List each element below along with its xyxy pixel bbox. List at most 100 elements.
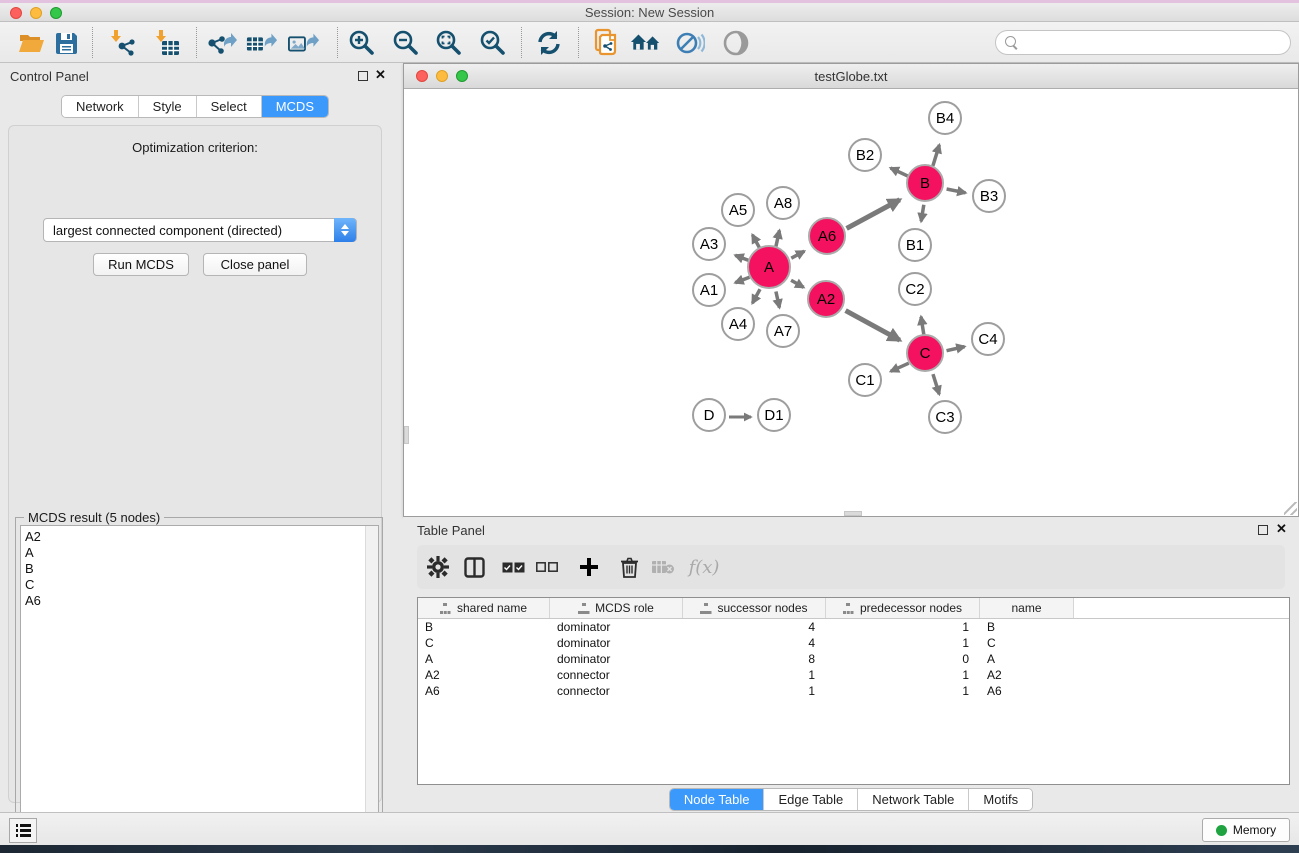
graph-node-A1[interactable]: A1 [692,273,726,307]
graph-node-C2[interactable]: C2 [898,272,932,306]
tab-style[interactable]: Style [139,96,197,117]
column-header-MCDS-role[interactable]: MCDS role [550,598,683,618]
table-cell[interactable]: connector [550,667,683,683]
table-cell[interactable]: A2 [418,667,550,683]
graph-node-C4[interactable]: C4 [971,322,1005,356]
close-table-panel-icon[interactable]: ✕ [1276,521,1287,537]
graph-node-D1[interactable]: D1 [757,398,791,432]
graph-edge-C-C1[interactable] [891,363,909,371]
graph-node-A7[interactable]: A7 [766,314,800,348]
copy-network-button[interactable] [592,27,624,59]
zoom-selected-button[interactable] [477,27,509,59]
table-cell[interactable]: 8 [683,651,826,667]
mcds-result-item[interactable]: B [25,561,378,577]
graph-node-A6[interactable]: A6 [808,217,846,255]
table-row[interactable]: Bdominator41B [418,619,1289,635]
graph-edge-C-C3[interactable] [933,374,939,394]
optimization-criterion-select[interactable]: largest connected component (directed) [43,218,357,242]
close-panel-icon[interactable]: ✕ [375,67,386,83]
table-cell[interactable]: 1 [826,619,980,635]
graph-edge-A-A7[interactable] [776,291,780,307]
select-all-rows-button[interactable] [499,553,527,581]
refresh-button[interactable] [533,27,565,59]
zoom-in-button[interactable] [346,27,378,59]
graph-node-B3[interactable]: B3 [972,179,1006,213]
delete-column-button[interactable] [615,553,643,581]
import-table-button[interactable] [151,27,183,59]
float-table-panel-icon[interactable] [1258,525,1268,535]
table-row[interactable]: Cdominator41C [418,635,1289,651]
graph-node-C[interactable]: C [906,334,944,372]
table-cell[interactable]: dominator [550,651,683,667]
table-cell[interactable]: A [418,651,550,667]
table-cell[interactable]: dominator [550,635,683,651]
column-visibility-button[interactable] [460,553,488,581]
open-file-button[interactable] [15,27,47,59]
show-details-button[interactable] [720,27,752,59]
graph-node-A5[interactable]: A5 [721,193,755,227]
table-row[interactable]: A2connector11A2 [418,667,1289,683]
graph-edge-B-B2[interactable] [891,168,909,177]
run-mcds-button[interactable]: Run MCDS [93,253,189,276]
resize-grip-icon[interactable] [1284,502,1297,515]
create-column-button[interactable] [575,553,603,581]
tab-node-table[interactable]: Node Table [670,789,765,810]
table-cell[interactable]: A2 [980,667,1074,683]
network-window-titlebar[interactable]: testGlobe.txt [404,64,1298,89]
delete-table-button[interactable] [649,553,677,581]
graph-node-A4[interactable]: A4 [721,307,755,341]
export-image-button[interactable] [288,27,320,59]
table-cell[interactable]: 4 [683,619,826,635]
graph-node-D[interactable]: D [692,398,726,432]
graph-edge-C-C4[interactable] [947,347,965,351]
table-cell[interactable]: connector [550,683,683,699]
table-cell[interactable]: B [980,619,1074,635]
mcds-result-item[interactable]: A [25,545,378,561]
graph-edge-B-B3[interactable] [947,189,966,193]
table-cell[interactable]: C [980,635,1074,651]
table-cell[interactable]: 1 [683,667,826,683]
mcds-result-list[interactable]: A2ABCA6 [20,525,379,853]
graph-edge-A-A1[interactable] [735,277,749,282]
graph-edge-A-A4[interactable] [752,289,760,303]
graph-edge-A6-B[interactable] [847,200,900,229]
export-network-button[interactable] [205,27,237,59]
table-row[interactable]: Adominator80A [418,651,1289,667]
save-session-button[interactable] [50,27,82,59]
mcds-result-item[interactable]: A2 [25,529,378,545]
tab-edge-table[interactable]: Edge Table [764,789,858,810]
apply-function-button[interactable]: f(x) [685,553,723,581]
table-row[interactable]: A6connector11A6 [418,683,1289,699]
graph-edge-C-C2[interactable] [921,317,924,336]
tab-mcds[interactable]: MCDS [262,96,328,117]
table-cell[interactable]: C [418,635,550,651]
table-cell[interactable]: A [980,651,1074,667]
table-cell[interactable]: 1 [826,667,980,683]
task-history-button[interactable] [9,818,37,843]
home-layout-button[interactable] [630,27,662,59]
table-cell[interactable]: 4 [683,635,826,651]
graph-node-C1[interactable]: C1 [848,363,882,397]
float-panel-icon[interactable] [358,71,368,81]
tab-select[interactable]: Select [197,96,262,117]
table-cell[interactable]: B [418,619,550,635]
graph-node-C3[interactable]: C3 [928,400,962,434]
tab-motifs[interactable]: Motifs [969,789,1032,810]
tab-network-table[interactable]: Network Table [858,789,969,810]
mcds-result-item[interactable]: C [25,577,378,593]
graph-edge-A-A6[interactable] [791,251,804,258]
column-header-predecessor-nodes[interactable]: predecessor nodes [826,598,980,618]
column-header-name[interactable]: name [980,598,1074,618]
graph-node-B1[interactable]: B1 [898,228,932,262]
zoom-out-button[interactable] [390,27,422,59]
graph-node-A2[interactable]: A2 [807,280,845,318]
table-cell[interactable]: dominator [550,619,683,635]
graph-node-B4[interactable]: B4 [928,101,962,135]
column-header-successor-nodes[interactable]: successor nodes [683,598,826,618]
table-cell[interactable]: 1 [826,683,980,699]
hide-details-button[interactable] [674,27,706,59]
memory-button[interactable]: Memory [1202,818,1290,842]
network-canvas[interactable]: B4B2BB3A8A5A6A3B1AA1C2A2A4A7C4CC1DD1C3 [404,89,1298,516]
tab-network[interactable]: Network [62,96,139,117]
graph-edge-B-B1[interactable] [921,205,924,222]
